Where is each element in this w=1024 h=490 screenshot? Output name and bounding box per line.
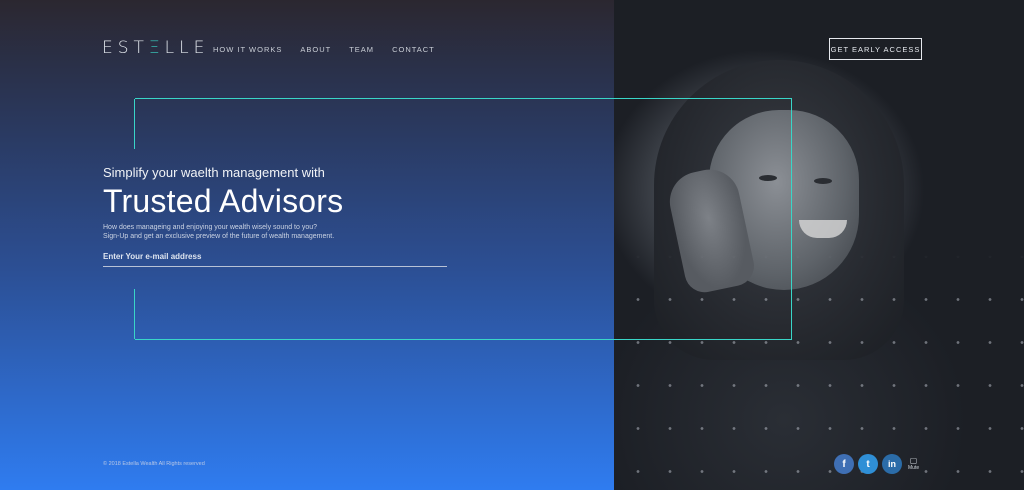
- facebook-icon[interactable]: f: [834, 454, 854, 474]
- twitter-icon[interactable]: t: [858, 454, 878, 474]
- frame-left-top-segment: [133, 99, 135, 149]
- logo-text-pre: EST: [102, 38, 149, 58]
- hero-description-line-2: Sign-Up and get an exclusive preview of …: [103, 233, 335, 240]
- logo-text-post: LLE: [164, 38, 210, 58]
- nav-item-how-it-works[interactable]: HOW IT WORKS: [213, 45, 282, 54]
- linkedin-icon[interactable]: in: [882, 454, 902, 474]
- get-early-access-button[interactable]: GET EARLY ACCESS: [829, 38, 922, 60]
- speaker-icon: ▢: [909, 456, 918, 465]
- main-nav: HOW IT WORKS ABOUT TEAM CONTACT: [213, 45, 435, 54]
- social-links: f t in ▢ Mute: [834, 454, 919, 474]
- mute-button[interactable]: ▢ Mute: [908, 456, 920, 472]
- logo-text-accent: Ξ: [148, 38, 165, 58]
- email-input[interactable]: [103, 247, 447, 267]
- mute-label: Mute: [908, 465, 920, 471]
- copyright-text: © 2018 Estella Wealth All Rights reserve…: [103, 461, 205, 467]
- frame-left-bottom-segment: [133, 289, 135, 339]
- hero-description-line-1: How does manageing and enjoying your wea…: [103, 224, 318, 231]
- hero-subtitle: Simplify your waelth management with: [103, 165, 325, 180]
- hero-title: Trusted Advisors: [103, 183, 344, 219]
- logo[interactable]: ESTΞLLE: [102, 38, 209, 58]
- hero-description: How does manageing and enjoying your wea…: [103, 223, 343, 241]
- hero-text: Simplify your waelth management with Tru…: [103, 165, 343, 241]
- nav-item-contact[interactable]: CONTACT: [392, 45, 435, 54]
- nav-item-team[interactable]: TEAM: [349, 45, 374, 54]
- nav-item-about[interactable]: ABOUT: [300, 45, 331, 54]
